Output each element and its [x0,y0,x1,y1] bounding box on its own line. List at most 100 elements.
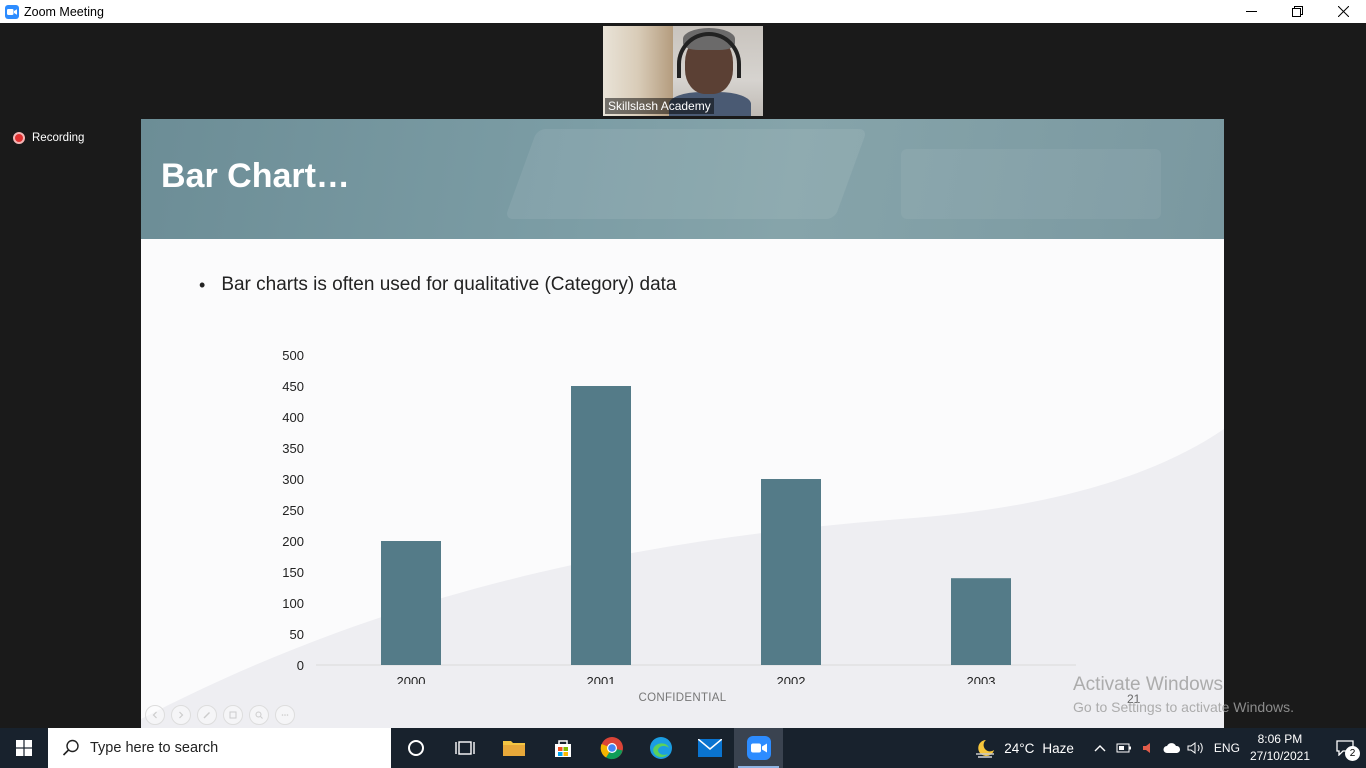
arrow-right-icon [179,711,184,719]
windows-taskbar: Type here to search 24°C Haze ENG 8:06 P… [0,728,1366,768]
chrome-button[interactable] [587,728,636,768]
file-explorer-icon [502,741,525,756]
action-center-button[interactable]: 2 [1324,728,1366,768]
weather-widget[interactable]: 24°C Haze [974,738,1074,758]
bar [761,479,821,665]
zoom-taskbar-button[interactable] [734,728,783,768]
cortana-button[interactable] [391,728,440,768]
y-tick-label: 150 [282,565,304,580]
speaker-muted-icon [1142,743,1150,753]
bar-chart: 0 50 100 150 200 250 300 350 400 450 500 2000 2001 20… [282,348,1076,684]
mail-button[interactable] [685,728,734,768]
edge-icon [649,737,672,759]
next-slide-button[interactable] [171,705,191,725]
restore-icon [1291,6,1303,17]
y-tick-label: 0 [297,658,304,673]
participant-video[interactable]: Skillslash Academy [603,26,763,116]
zoom-icon [746,736,771,760]
y-tick-label: 350 [282,441,304,456]
header-photo-shape [901,149,1161,219]
search-icon [62,739,79,756]
minimize-button[interactable] [1228,0,1274,23]
pen-button[interactable] [197,705,217,725]
more-options-button[interactable] [275,705,295,725]
weather-temp: 24°C [1004,740,1035,756]
cloud-icon [1163,743,1180,753]
speaker-button[interactable] [1184,728,1208,768]
onedrive-button[interactable] [1160,728,1184,768]
store-button[interactable] [538,728,587,768]
start-button[interactable] [0,728,48,768]
volume-muted-button[interactable] [1136,728,1160,768]
see-all-slides-button[interactable] [223,705,243,725]
y-tick-label: 500 [282,348,304,363]
chevron-up-icon [1094,745,1106,752]
close-icon [1337,6,1349,17]
battery-plug-icon [1116,743,1131,753]
y-tick-label: 50 [290,627,304,642]
task-view-button[interactable] [440,728,489,768]
x-tick-label: 2003 [967,674,996,684]
watermark-line-2: Go to Settings to activate Windows. [1073,699,1294,715]
y-tick-label: 300 [282,472,304,487]
windows-logo-icon [16,740,32,756]
system-clock[interactable]: 8:06 PM 27/10/2021 [1250,731,1310,765]
y-tick-label: 250 [282,503,304,518]
previous-slide-button[interactable] [145,705,165,725]
task-view-icon [454,741,475,755]
recording-label: Recording [32,132,85,144]
chrome-icon [600,737,623,760]
slide-bullet: • Bar charts is often used for qualitati… [199,274,677,296]
weather-condition: Haze [1042,740,1074,756]
slide-header: Bar Chart… [141,119,1224,239]
bullet-text: Bar charts is often used for qualitative… [221,274,677,295]
taskbar-search[interactable]: Type here to search [48,728,391,768]
x-tick-label: 2001 [587,674,616,684]
restore-button[interactable] [1274,0,1320,23]
slide-title: Bar Chart… [161,157,350,195]
y-tick-label: 200 [282,534,304,549]
notification-count: 2 [1345,746,1360,761]
zoom-slide-button[interactable] [249,705,269,725]
slides-grid-icon [229,711,237,719]
slide-footer: CONFIDENTIAL [638,692,727,704]
recording-indicator[interactable]: Recording [13,132,84,144]
search-placeholder: Type here to search [90,740,219,756]
file-explorer-button[interactable] [489,728,538,768]
magnifier-icon [255,711,263,719]
pen-icon [203,712,210,719]
minimize-icon [1245,11,1257,12]
y-tick-label: 450 [282,379,304,394]
show-hidden-icons-button[interactable] [1088,728,1112,768]
recording-icon [13,132,25,144]
system-tray: 24°C Haze ENG 8:06 PM 27/10/2021 2 [974,728,1366,768]
participant-name: Skillslash Academy [605,98,714,114]
mail-icon [697,739,722,757]
bar [381,541,441,665]
ellipsis-icon [281,714,289,716]
header-photo-shape [504,129,868,219]
arrow-left-icon [152,711,157,719]
close-button[interactable] [1320,0,1366,23]
bar [571,386,631,665]
battery-button[interactable] [1112,728,1136,768]
bullet-icon: • [199,274,206,295]
x-tick-label: 2000 [397,674,426,684]
activate-windows-watermark: Activate Windows Go to Settings to activ… [1073,674,1294,715]
bar [951,578,1011,665]
y-tick-label: 100 [282,596,304,611]
clock-time: 8:06 PM [1257,732,1303,746]
input-language[interactable]: ENG [1214,741,1240,755]
moon-haze-icon [976,740,995,758]
window-title: Zoom Meeting [24,4,104,19]
shared-slide: Bar Chart… • Bar charts is often used fo… [141,119,1224,728]
meeting-area: Skillslash Academy Recording Bar Chart… … [0,23,1366,728]
clock-date: 27/10/2021 [1249,749,1310,763]
zoom-camera-icon [5,4,19,19]
window-title-bar: Zoom Meeting [0,0,1366,23]
slide-navigation [145,705,295,725]
watermark-line-1: Activate Windows [1073,674,1223,695]
x-tick-label: 2002 [777,674,806,684]
speaker-icon [1187,742,1203,754]
edge-button[interactable] [636,728,685,768]
